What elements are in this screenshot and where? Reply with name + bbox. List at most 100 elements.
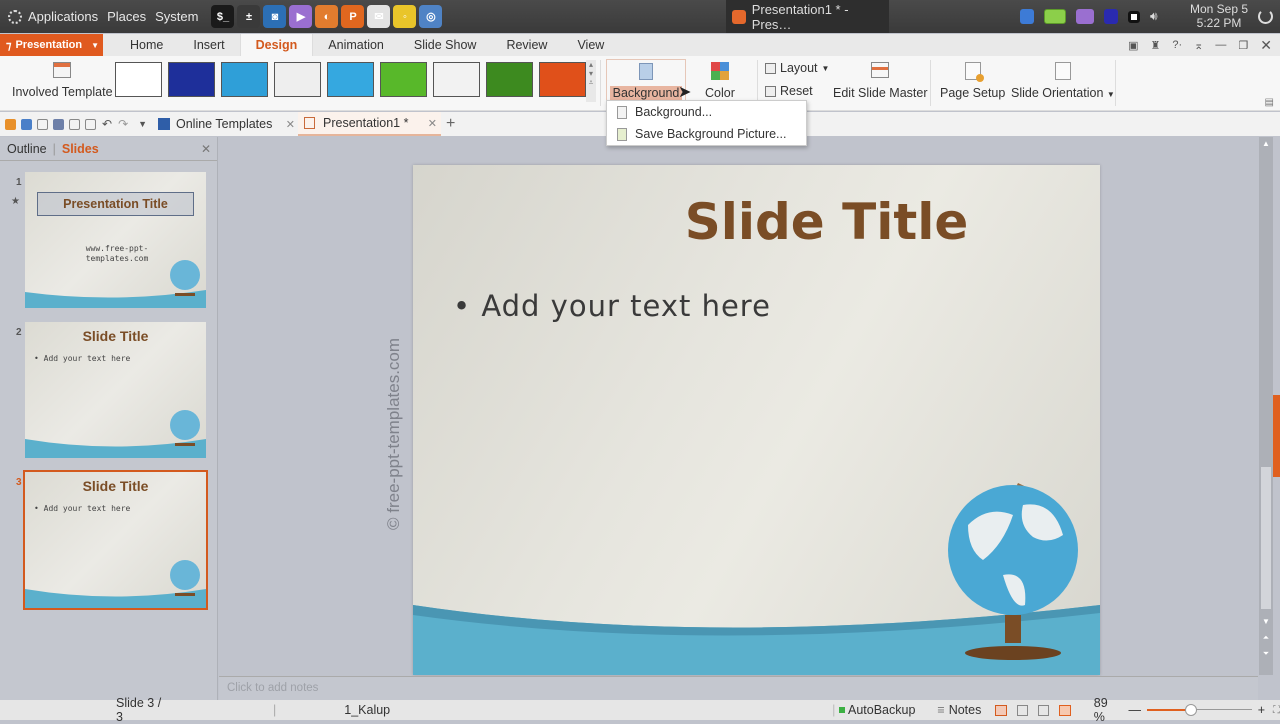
slide-orientation-label: Slide Orientation ▼ [1011, 86, 1115, 100]
bluetooth-icon[interactable] [1104, 9, 1118, 24]
export-pdf-icon[interactable] [37, 118, 48, 130]
volume-icon[interactable]: 🔊︎ [1150, 9, 1158, 24]
close-panel-icon[interactable]: ✕ [201, 142, 211, 156]
ethernet-icon[interactable] [1128, 10, 1140, 23]
launcher-ideas-icon[interactable]: ◦ [393, 5, 417, 28]
menu-item-save-background-picture[interactable]: Save Background Picture... [607, 123, 806, 145]
tab-review[interactable]: Review [491, 34, 562, 56]
battery-icon[interactable] [1044, 9, 1066, 24]
zoom-out-button[interactable]: — [1128, 703, 1141, 717]
launcher-browser-icon[interactable]: ◎ [419, 5, 443, 28]
close-tab-icon[interactable]: ✕ [286, 118, 295, 131]
color-button[interactable]: Color [705, 62, 735, 100]
next-slide-icon[interactable]: ⏷ [1259, 649, 1273, 659]
help-icon[interactable]: ?· [1172, 39, 1182, 51]
template-thumbnail-2[interactable] [168, 62, 215, 97]
minimize-icon[interactable]: — [1215, 39, 1226, 51]
tab-home[interactable]: Home [115, 34, 178, 56]
launcher-firefox-icon[interactable]: ◐ [315, 5, 339, 28]
menu-applications[interactable]: Applications [28, 9, 98, 24]
launcher-video-icon[interactable]: ▶ [289, 5, 313, 28]
reset-button[interactable]: Reset [765, 84, 813, 98]
globe-icon [170, 560, 200, 590]
undo-icon[interactable]: ↶ [102, 117, 112, 131]
slide-thumbnail-1[interactable]: Presentation Title www.free-ppt-template… [25, 172, 206, 308]
slide-number: 1 [16, 177, 22, 188]
template-thumbnail-5[interactable] [327, 62, 374, 97]
new-tab-button[interactable]: + [446, 112, 455, 136]
template-thumbnail-1[interactable] [115, 62, 162, 97]
presentation-app-button[interactable]: ⁊ Presentation ▼ [0, 34, 103, 56]
tab-view[interactable]: View [562, 34, 619, 56]
network-icon[interactable] [1020, 9, 1034, 24]
page-setup-button[interactable]: Page Setup [940, 62, 1005, 100]
video-tray-icon[interactable] [1076, 9, 1094, 24]
involved-template-button[interactable]: Involved Template [12, 62, 113, 99]
template-thumbnail-8[interactable] [486, 62, 533, 97]
slide-sorter-view-icon[interactable] [1016, 704, 1029, 716]
background-button[interactable]: Background [606, 59, 686, 101]
launcher-camera-icon[interactable]: ◙ [263, 5, 287, 28]
restore-icon[interactable]: ❐ [1238, 39, 1248, 52]
close-tab-icon[interactable]: ✕ [428, 117, 437, 130]
reading-view-icon[interactable] [1038, 704, 1050, 716]
taskbar-window-button[interactable]: Presentation1 * - Pres… [726, 0, 889, 33]
close-icon[interactable]: ✕ [1260, 37, 1272, 54]
current-slide[interactable]: Slide Title • Add your text here [413, 165, 1100, 675]
notes-toggle-button[interactable]: Notes [949, 703, 982, 717]
slideshow-view-icon[interactable] [1059, 704, 1071, 716]
layout-button[interactable]: Layout ▼ [765, 61, 829, 75]
slide-thumbnail-2[interactable]: Slide Title • Add your text here [25, 322, 206, 458]
print-preview-icon[interactable] [69, 118, 80, 130]
launcher-presentation-icon[interactable]: P [341, 5, 365, 28]
fit-window-icon[interactable]: ⛶ [1273, 705, 1280, 716]
open-icon[interactable] [5, 118, 16, 130]
launcher-calculator-icon[interactable]: ± [237, 5, 261, 28]
template-thumbnail-3[interactable] [221, 62, 268, 97]
shirt-icon[interactable]: ♜ [1151, 39, 1161, 52]
template-thumbnail-7[interactable] [433, 62, 480, 97]
side-panel-handle[interactable] [1273, 395, 1280, 477]
print-icon[interactable] [53, 118, 64, 130]
menu-places[interactable]: Places [107, 9, 146, 24]
power-icon[interactable] [1258, 9, 1273, 24]
template-thumbnail-9[interactable] [539, 62, 586, 97]
zoom-slider[interactable] [1146, 704, 1252, 716]
slide-thumbnail-3[interactable]: Slide Title • Add your text here [23, 470, 208, 610]
scrollbar-thumb[interactable] [1261, 467, 1271, 609]
launcher-terminal-icon[interactable]: $_ [211, 5, 235, 28]
clock[interactable]: Mon Sep 5 5:22 PM [1190, 2, 1248, 30]
skin-icon[interactable]: ▣ [1128, 39, 1138, 52]
normal-view-icon[interactable] [995, 704, 1007, 716]
save-icon[interactable] [21, 118, 32, 130]
previous-slide-icon[interactable]: ⏶ [1259, 633, 1273, 643]
find-icon[interactable] [85, 118, 96, 130]
zoom-slider-knob[interactable] [1185, 704, 1198, 716]
autobackup-button[interactable]: AutoBackup [848, 703, 915, 717]
vertical-scrollbar[interactable]: ▲ ▼ ⏶ ⏷ [1259, 137, 1273, 675]
gallery-scroll[interactable]: ▴ ▾ ⩡ [586, 60, 596, 102]
collapse-ribbon-icon[interactable]: ⌅ [1194, 39, 1203, 52]
scroll-down-icon[interactable]: ▼ [1259, 617, 1273, 626]
tab-insert[interactable]: Insert [178, 34, 239, 56]
menu-system[interactable]: System [155, 9, 198, 24]
redo-icon[interactable]: ↷ [118, 117, 128, 131]
menu-item-background[interactable]: Background... [607, 101, 806, 123]
zoom-in-button[interactable]: + [1258, 703, 1265, 717]
launcher-mail-icon[interactable]: ✉ [367, 5, 391, 28]
tab-presentation1[interactable]: Presentation1 * ✕ [298, 112, 441, 136]
tab-outline[interactable]: Outline [7, 142, 47, 156]
tab-slide-show[interactable]: Slide Show [399, 34, 492, 56]
tab-slides[interactable]: Slides [62, 142, 99, 156]
ribbon-options-icon[interactable]: ▤ [1265, 97, 1274, 108]
customize-dropdown-icon[interactable]: ▼ [138, 119, 147, 129]
clock-date: Mon Sep 5 [1190, 2, 1249, 16]
tab-design[interactable]: Design [239, 34, 314, 56]
tab-animation[interactable]: Animation [313, 34, 399, 56]
slide-orientation-button[interactable]: Slide Orientation ▼ [1011, 62, 1115, 100]
template-thumbnail-6[interactable] [380, 62, 427, 97]
tab-online-templates[interactable]: Online Templates ✕ [158, 112, 295, 136]
template-thumbnail-4[interactable] [274, 62, 321, 97]
scroll-up-icon[interactable]: ▲ [1259, 139, 1273, 148]
edit-slide-master-button[interactable]: Edit Slide Master [833, 62, 927, 100]
